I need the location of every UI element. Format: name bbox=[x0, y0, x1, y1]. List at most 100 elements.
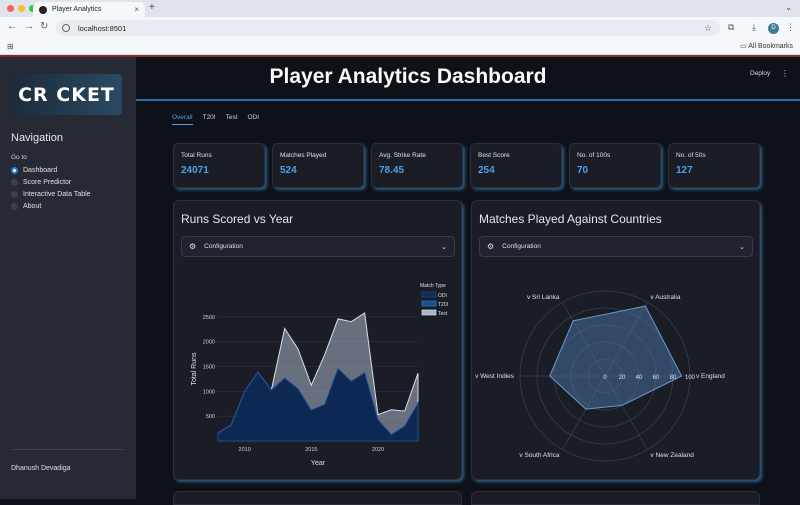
metric-value: 524 bbox=[280, 165, 297, 176]
y-tick-label: 1500 bbox=[203, 365, 215, 371]
x-tick-label: 2010 bbox=[239, 447, 251, 453]
forward-icon[interactable]: → bbox=[24, 21, 34, 32]
metric-label: No. of 50s bbox=[676, 152, 706, 159]
legend-label: Test bbox=[438, 311, 448, 317]
chart-title: Runs Scored vs Year bbox=[181, 212, 294, 226]
browser-toolbar: ← → ↻ localhost:8501 ☆ ⧉ ⤓ ⋮ bbox=[0, 17, 800, 38]
category-label: v England bbox=[696, 373, 725, 380]
window-controls bbox=[7, 5, 36, 12]
tab-test[interactable]: Test bbox=[226, 114, 238, 125]
site-info-icon[interactable] bbox=[62, 24, 70, 32]
address-bar[interactable]: localhost:8501 ☆ bbox=[56, 20, 720, 36]
browser-tab[interactable]: Player Analytics × bbox=[33, 2, 145, 17]
gear-icon: ⚙ bbox=[189, 242, 197, 251]
new-tab-icon[interactable]: + bbox=[149, 2, 155, 13]
category-label: v Australia bbox=[651, 294, 681, 301]
author-name: Dhanush Devadiga bbox=[11, 465, 71, 472]
metric-value: 254 bbox=[478, 165, 495, 176]
matches-vs-countries-card: Matches Played Against Countries ⚙ Confi… bbox=[471, 200, 760, 480]
next-card bbox=[471, 491, 760, 505]
metric-value: 127 bbox=[676, 165, 693, 176]
y-tick-label: 2500 bbox=[203, 315, 215, 321]
configuration-expander[interactable]: ⚙ Configuration ⌄ bbox=[181, 236, 455, 257]
sidebar-divider bbox=[11, 449, 125, 450]
logo-text: CR CKET bbox=[18, 83, 115, 106]
close-tab-icon[interactable]: × bbox=[134, 5, 139, 14]
y-tick-label: 500 bbox=[206, 414, 215, 420]
radial-tick-label: 100 bbox=[685, 375, 696, 381]
chevron-down-icon: ⌄ bbox=[441, 243, 447, 251]
metric-card-fifties: No. of 50s 127 bbox=[668, 143, 760, 188]
radio-icon[interactable] bbox=[11, 203, 18, 210]
metric-label: Total Runs bbox=[181, 152, 212, 159]
y-axis-label: Total Runs bbox=[191, 352, 198, 386]
chart-title: Matches Played Against Countries bbox=[479, 212, 662, 226]
category-label: v Sri Lanka bbox=[527, 294, 560, 301]
download-icon[interactable]: ⤓ bbox=[752, 22, 756, 33]
cricket-logo: CR CKET bbox=[11, 74, 122, 115]
category-label: v South Africa bbox=[519, 452, 559, 459]
metric-card-strike-rate: Avg. Strike Rate 78.45 bbox=[371, 143, 463, 188]
radio-selected-icon[interactable] bbox=[11, 167, 18, 174]
deploy-button[interactable]: Deploy bbox=[750, 70, 770, 77]
tab-t20i[interactable]: T20I bbox=[203, 114, 216, 125]
configuration-label: Configuration bbox=[204, 243, 243, 250]
extensions-icon[interactable]: ⧉ bbox=[728, 22, 734, 33]
metric-card-matches-played: Matches Played 524 bbox=[272, 143, 364, 188]
runs-vs-year-card: Runs Scored vs Year ⚙ Configuration ⌄ 50… bbox=[173, 200, 462, 480]
category-label: v New Zealand bbox=[651, 452, 695, 459]
nav-radio-score-predictor[interactable]: Score Predictor bbox=[11, 179, 71, 186]
main-content: Deploy ⋮ Player Analytics Dashboard Over… bbox=[136, 55, 800, 505]
metric-value: 70 bbox=[577, 165, 589, 176]
all-bookmarks-label: All Bookmarks bbox=[748, 43, 793, 50]
metric-card-hundreds: No. of 100s 70 bbox=[569, 143, 661, 188]
metric-label: Avg. Strike Rate bbox=[379, 152, 426, 159]
tab-title: Player Analytics bbox=[52, 6, 102, 13]
match-type-tabs: Overall T20I Test ODI bbox=[172, 114, 259, 125]
metric-label: No. of 100s bbox=[577, 152, 611, 159]
minimize-window-button[interactable] bbox=[18, 5, 25, 12]
y-tick-label: 1000 bbox=[203, 389, 215, 395]
reload-icon[interactable]: ↻ bbox=[40, 21, 48, 32]
metric-label: Best Score bbox=[478, 152, 510, 159]
nav-radio-dashboard[interactable]: Dashboard bbox=[11, 167, 57, 174]
legend-swatch bbox=[421, 309, 437, 316]
chevron-down-icon: ⌄ bbox=[739, 243, 745, 251]
radio-icon[interactable] bbox=[11, 179, 18, 186]
metric-card-total-runs: Total Runs 24071 bbox=[173, 143, 265, 188]
x-axis-label: Year bbox=[311, 460, 326, 467]
x-tick-label: 2020 bbox=[372, 447, 384, 453]
radar-series-polygon bbox=[549, 305, 683, 410]
radial-tick-label: 60 bbox=[653, 375, 660, 381]
tab-overall[interactable]: Overall bbox=[172, 114, 193, 125]
close-window-button[interactable] bbox=[7, 5, 14, 12]
bookmark-star-icon[interactable]: ☆ bbox=[704, 23, 712, 34]
app-menu-icon[interactable]: ⋮ bbox=[781, 69, 789, 78]
nav-radio-about[interactable]: About bbox=[11, 203, 41, 210]
radial-tick-label: 80 bbox=[670, 375, 677, 381]
radio-icon[interactable] bbox=[11, 191, 18, 198]
streamlit-favicon-icon bbox=[39, 5, 47, 14]
menu-kebab-icon[interactable]: ⋮ bbox=[786, 22, 795, 33]
legend-title: Match Type bbox=[420, 283, 446, 289]
back-icon[interactable]: ← bbox=[7, 21, 17, 32]
nav-radio-label: Dashboard bbox=[23, 167, 58, 174]
url-text: localhost:8501 bbox=[78, 23, 127, 33]
x-tick-label: 2015 bbox=[305, 447, 317, 453]
nav-radio-label: Score Predictor bbox=[23, 179, 72, 186]
tab-odi[interactable]: ODI bbox=[248, 114, 260, 125]
nav-radio-label: About bbox=[23, 203, 42, 210]
navigation-title: Navigation bbox=[11, 132, 63, 144]
configuration-expander[interactable]: ⚙ Configuration ⌄ bbox=[479, 236, 753, 257]
sidebar: CR CKET Navigation Go to Dashboard Score… bbox=[0, 55, 136, 499]
profile-avatar[interactable]: D bbox=[768, 23, 779, 34]
goto-label: Go to bbox=[11, 154, 27, 161]
all-bookmarks-button[interactable]: ▭ All Bookmarks bbox=[740, 42, 793, 50]
legend-label: ODI bbox=[438, 293, 447, 299]
apps-grid-icon[interactable]: ⊞ bbox=[7, 42, 14, 51]
runs-area-chart: 500 1000 1500 2000 2500 2010 2015 2020 Year Total… bbox=[191, 283, 448, 467]
configuration-label: Configuration bbox=[502, 243, 541, 250]
gear-icon: ⚙ bbox=[487, 242, 495, 251]
tab-search-chevron-icon[interactable]: ⌄ bbox=[785, 3, 792, 12]
nav-radio-interactive-table[interactable]: Interactive Data Table bbox=[11, 191, 91, 198]
